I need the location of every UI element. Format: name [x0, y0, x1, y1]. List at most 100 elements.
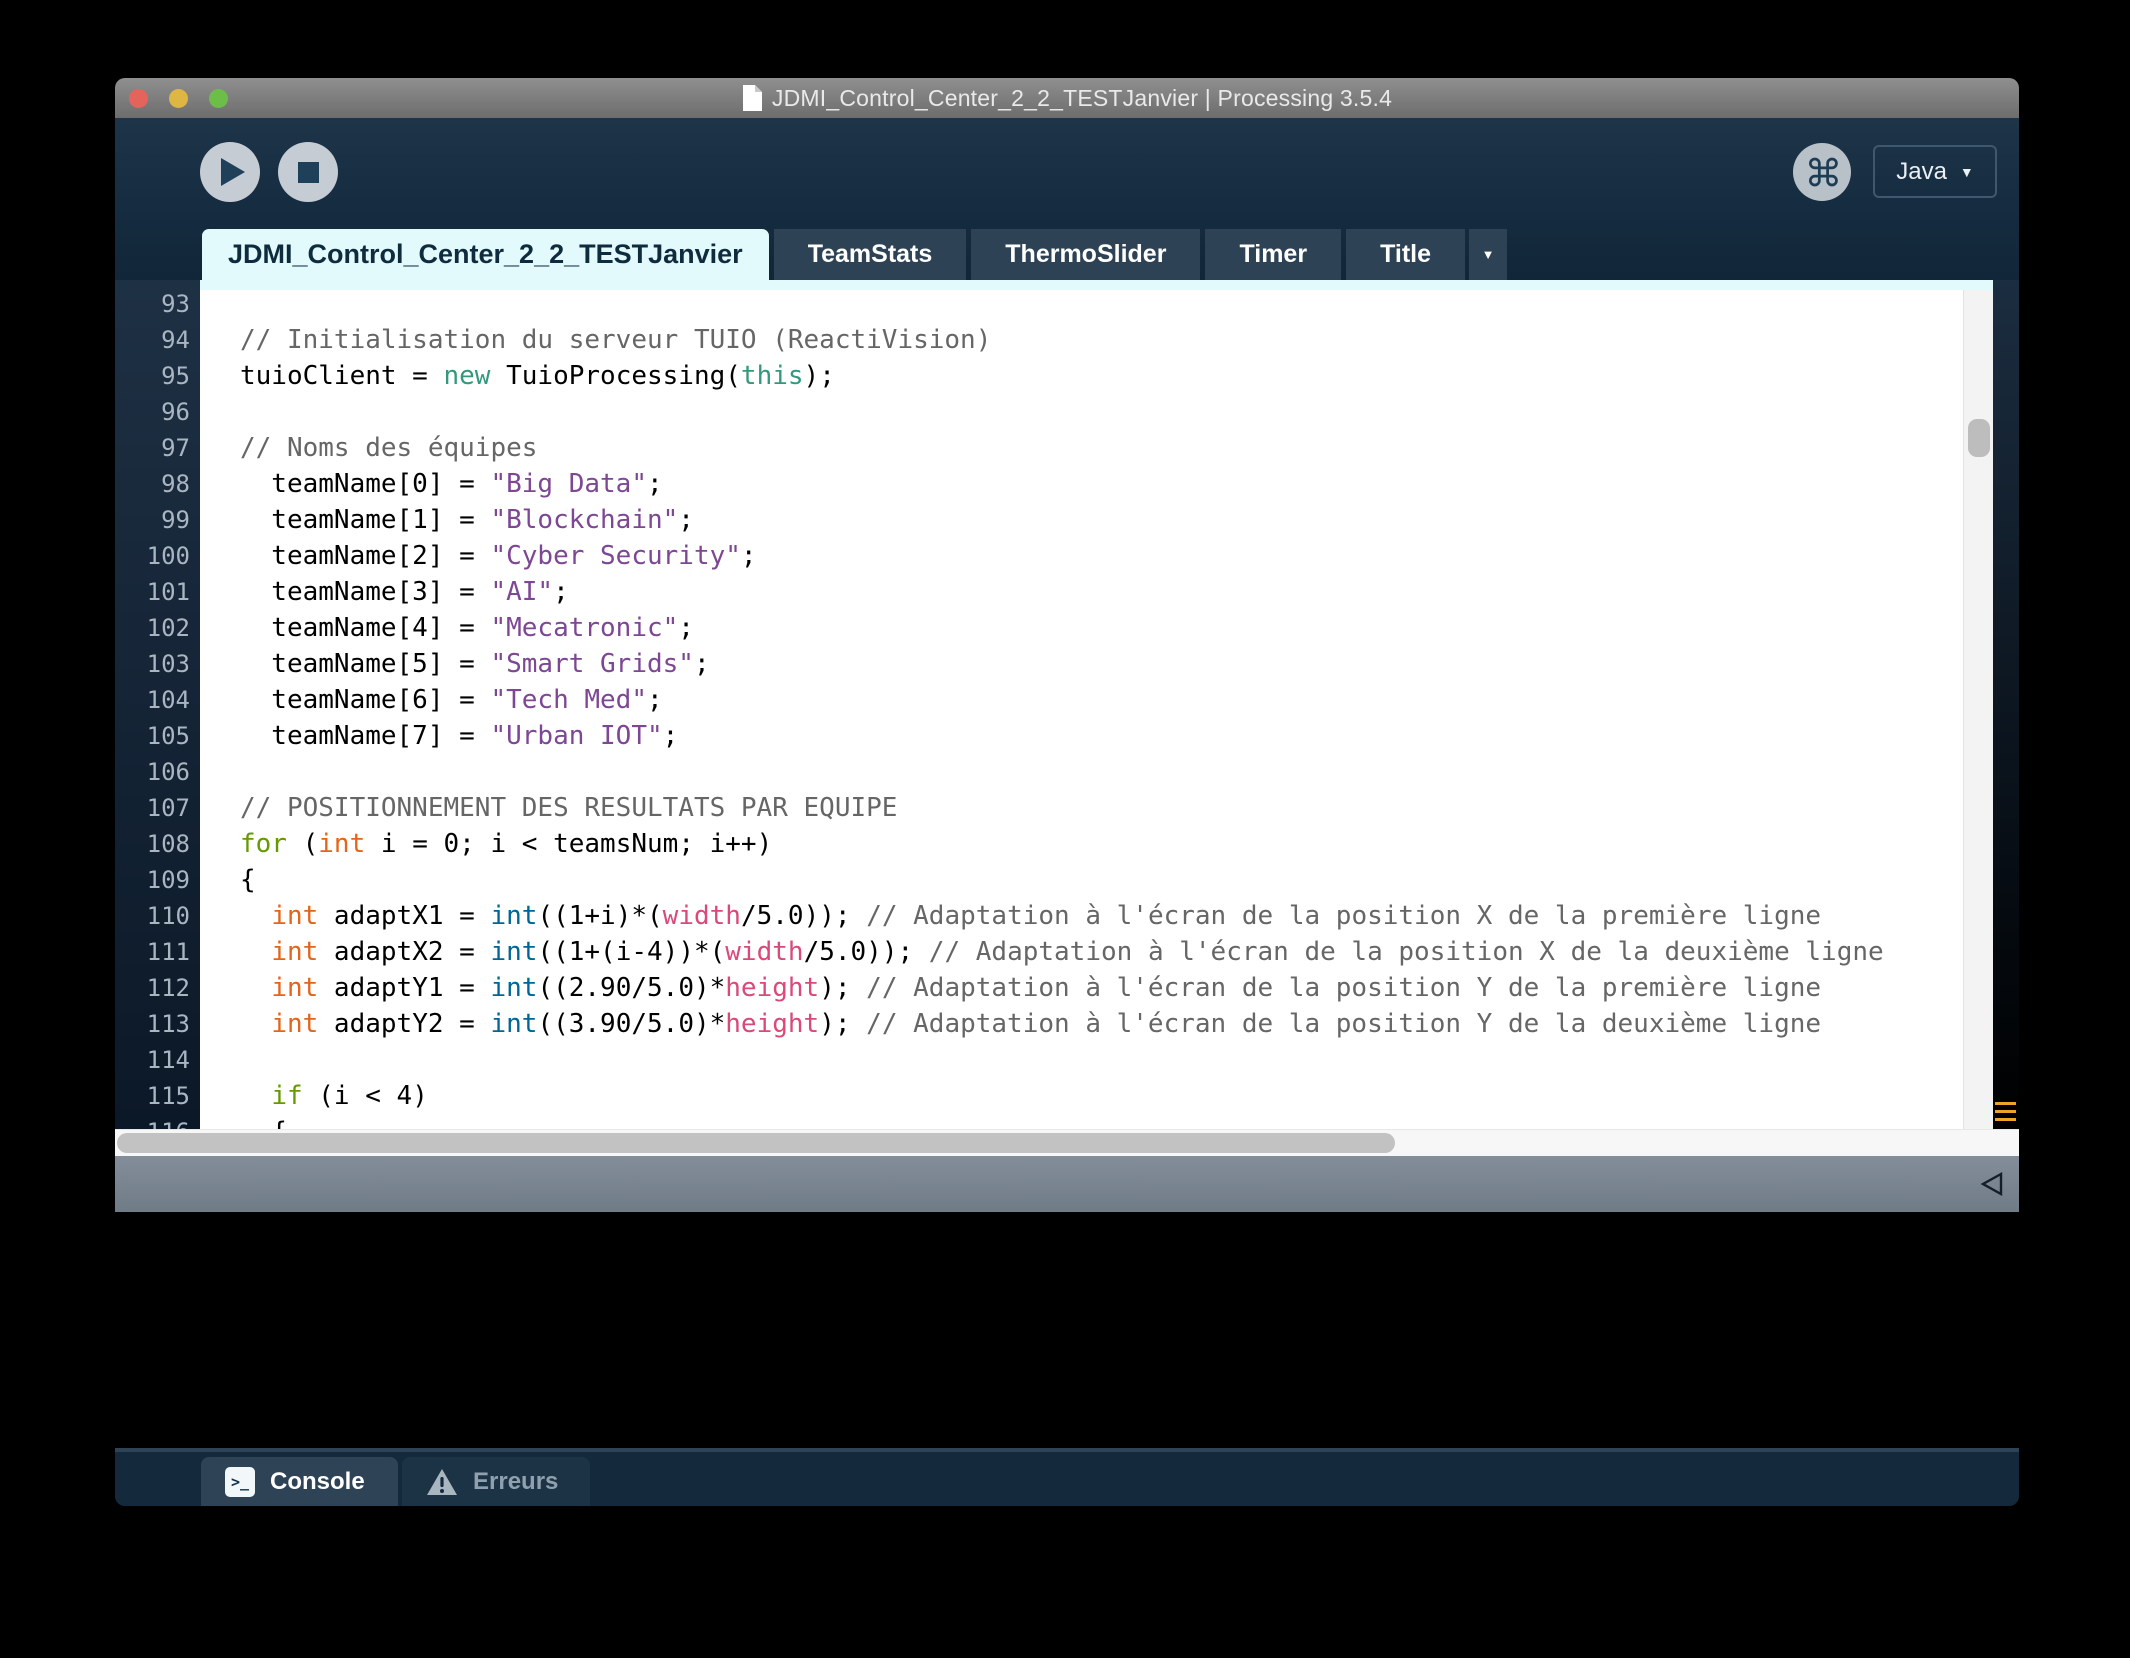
- line-number: 105: [115, 718, 200, 754]
- code-line[interactable]: [240, 1042, 1963, 1078]
- console-output: [115, 1212, 2019, 1448]
- tab-Title[interactable]: Title: [1346, 229, 1465, 280]
- processing-ide-window: JDMI_Control_Center_2_2_TESTJanvier | Pr…: [115, 78, 2019, 1506]
- code-line[interactable]: // Noms des équipes: [240, 430, 1963, 466]
- line-number: 99: [115, 502, 200, 538]
- code-line[interactable]: {: [240, 1114, 1963, 1129]
- tab-TeamStats[interactable]: TeamStats: [774, 229, 967, 280]
- line-number: 95: [115, 358, 200, 394]
- code-line[interactable]: teamName[6] = "Tech Med";: [240, 682, 1963, 718]
- line-number: 97: [115, 430, 200, 466]
- tab-JDMI_Control_Center_2_2_TESTJanvier[interactable]: JDMI_Control_Center_2_2_TESTJanvier: [202, 229, 769, 280]
- stop-button[interactable]: [278, 142, 338, 202]
- code-line[interactable]: int adaptY2 = int((3.90/5.0)*height); //…: [240, 1006, 1963, 1042]
- vertical-scrollbar-thumb[interactable]: [1968, 419, 1990, 457]
- line-number: 100: [115, 538, 200, 574]
- code-line[interactable]: [240, 394, 1963, 430]
- terminal-icon: >_: [225, 1467, 255, 1497]
- line-number: 104: [115, 682, 200, 718]
- zoom-window-button[interactable]: [209, 89, 228, 108]
- debug-button[interactable]: ⌘: [1793, 143, 1851, 201]
- code-line[interactable]: // Initialisation du serveur TUIO (React…: [240, 322, 1963, 358]
- editor-tab-bar: JDMI_Control_Center_2_2_TESTJanvierTeamS…: [115, 226, 2019, 280]
- code-line[interactable]: teamName[0] = "Big Data";: [240, 466, 1963, 502]
- toolbar-chrome: ⌘ Java ▼ JDMI_Control_Center_2_2_TESTJan…: [115, 118, 2019, 280]
- code-line[interactable]: int adaptX1 = int((1+i)*(width/5.0)); //…: [240, 898, 1963, 934]
- line-number: 113: [115, 1006, 200, 1042]
- document-icon: [742, 85, 762, 111]
- toolbar: ⌘ Java ▼: [115, 118, 2019, 226]
- console-tab-label: Console: [270, 1468, 365, 1496]
- line-number: 102: [115, 610, 200, 646]
- code-lines: // Initialisation du serveur TUIO (React…: [240, 286, 1963, 1129]
- horizontal-scrollbar[interactable]: [115, 1129, 2019, 1156]
- desktop: { "window": { "title": "JDMI_Control_Cen…: [0, 0, 2130, 1658]
- line-number: 94: [115, 322, 200, 358]
- tab-ThermoSlider[interactable]: ThermoSlider: [971, 229, 1200, 280]
- line-number: 103: [115, 646, 200, 682]
- line-number: 110: [115, 898, 200, 934]
- triangle-left-icon: [1979, 1172, 2005, 1196]
- tab-Timer[interactable]: Timer: [1205, 229, 1341, 280]
- code-line[interactable]: int adaptY1 = int((2.90/5.0)*height); //…: [240, 970, 1963, 1006]
- active-tab-band: [200, 280, 1993, 290]
- erreurs-tab-label: Erreurs: [473, 1468, 558, 1496]
- mode-label: Java: [1896, 158, 1947, 186]
- tab-overflow-button[interactable]: ▼: [1469, 229, 1507, 280]
- title-bar[interactable]: JDMI_Control_Center_2_2_TESTJanvier | Pr…: [115, 78, 2019, 118]
- horizontal-scrollbar-thumb[interactable]: [117, 1133, 1395, 1153]
- editor: 9394959697989910010110210310410510610710…: [115, 280, 2019, 1129]
- code-line[interactable]: teamName[1] = "Blockchain";: [240, 502, 1963, 538]
- code-line[interactable]: int adaptX2 = int((1+(i-4))*(width/5.0))…: [240, 934, 1963, 970]
- code-line[interactable]: // POSITIONNEMENT DES RESULTATS PAR EQUI…: [240, 790, 1963, 826]
- line-number: 108: [115, 826, 200, 862]
- warning-mark[interactable]: [1995, 1102, 2016, 1105]
- console-tab-bar: >_ Console Erreurs: [115, 1448, 2019, 1506]
- line-number: 112: [115, 970, 200, 1006]
- traffic-lights: [115, 89, 228, 108]
- tab-erreurs[interactable]: Erreurs: [402, 1457, 590, 1506]
- line-number: 96: [115, 394, 200, 430]
- line-number: 115: [115, 1078, 200, 1114]
- error-marker-strip: [1993, 280, 2019, 1129]
- code-line[interactable]: teamName[2] = "Cyber Security";: [240, 538, 1963, 574]
- chevron-down-icon: ▼: [1482, 247, 1495, 262]
- code-line[interactable]: if (i < 4): [240, 1078, 1963, 1114]
- code-line[interactable]: {: [240, 862, 1963, 898]
- tab-bar-tabs: JDMI_Control_Center_2_2_TESTJanvierTeamS…: [202, 229, 1465, 280]
- line-number: 107: [115, 790, 200, 826]
- line-number: 109: [115, 862, 200, 898]
- code-line[interactable]: teamName[7] = "Urban IOT";: [240, 718, 1963, 754]
- line-number: 106: [115, 754, 200, 790]
- play-icon: [221, 158, 245, 186]
- run-button[interactable]: [200, 142, 260, 202]
- warning-mark[interactable]: [1995, 1110, 2016, 1113]
- line-number: 98: [115, 466, 200, 502]
- tab-console[interactable]: >_ Console: [201, 1457, 398, 1506]
- code-line[interactable]: teamName[5] = "Smart Grids";: [240, 646, 1963, 682]
- code-editor-area[interactable]: // Initialisation du serveur TUIO (React…: [200, 280, 1963, 1129]
- code-line[interactable]: teamName[3] = "AI";: [240, 574, 1963, 610]
- line-number: 116: [115, 1114, 200, 1129]
- code-line[interactable]: for (int i = 0; i < teamsNum; i++): [240, 826, 1963, 862]
- collapse-console-button[interactable]: [1979, 1172, 2005, 1196]
- close-window-button[interactable]: [129, 89, 148, 108]
- code-line[interactable]: [240, 754, 1963, 790]
- stop-icon: [298, 162, 319, 183]
- line-number: 114: [115, 1042, 200, 1078]
- window-title: JDMI_Control_Center_2_2_TESTJanvier | Pr…: [772, 85, 1392, 112]
- debug-butterfly-icon: ⌘: [1803, 153, 1841, 191]
- code-line[interactable]: tuioClient = new TuioProcessing(this);: [240, 358, 1963, 394]
- chevron-down-icon: ▼: [1960, 164, 1974, 180]
- line-number: 93: [115, 286, 200, 322]
- code-line[interactable]: teamName[4] = "Mecatronic";: [240, 610, 1963, 646]
- mode-selector-java[interactable]: Java ▼: [1873, 145, 1997, 198]
- message-bar: [115, 1156, 2019, 1212]
- minimize-window-button[interactable]: [169, 89, 188, 108]
- line-number-gutter: 9394959697989910010110210310410510610710…: [115, 280, 200, 1129]
- vertical-scrollbar[interactable]: [1963, 280, 1993, 1129]
- line-number: 111: [115, 934, 200, 970]
- warning-mark[interactable]: [1995, 1118, 2016, 1121]
- code-line[interactable]: [240, 286, 1963, 322]
- line-number: 101: [115, 574, 200, 610]
